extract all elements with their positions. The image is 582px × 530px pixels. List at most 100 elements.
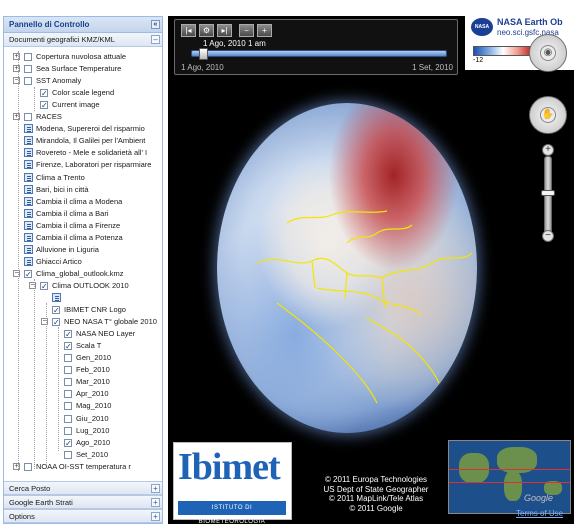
step-back-icon[interactable]: |◂ — [181, 24, 196, 37]
tree-row[interactable]: Firenze, Laboratori per risparmiare — [4, 159, 162, 171]
layer-checkbox[interactable]: ✓ — [40, 89, 48, 98]
tree-row[interactable] — [4, 292, 162, 304]
expand-icon[interactable]: + — [151, 498, 160, 507]
time-slider-thumb[interactable] — [198, 48, 208, 60]
overview-view-indicator — [449, 482, 570, 483]
tree-row[interactable]: + Copertura nuvolosa attuale — [4, 51, 162, 63]
tree-row[interactable]: + RACES — [4, 111, 162, 123]
credit-line: © 2011 Google — [349, 503, 403, 513]
layer-checkbox[interactable] — [24, 77, 32, 86]
expand-icon[interactable]: + — [151, 484, 160, 493]
tree-row[interactable]: Clima a Trento — [4, 172, 162, 184]
kml-documents-section-header[interactable]: Documenti geografici KMZ/KML – — [4, 33, 162, 47]
terms-of-use-link[interactable]: Terms of Use — [516, 509, 563, 518]
expand-icon[interactable]: + — [151, 512, 160, 521]
zoom-in-time-icon[interactable]: + — [257, 24, 272, 37]
layer-checkbox[interactable] — [64, 402, 72, 411]
tree-row[interactable]: Set_2010 — [4, 449, 162, 461]
tree-row[interactable]: ✓ Scala T — [4, 340, 162, 352]
tree-label: Rovereto - Mele e solidarietà all' I — [36, 148, 148, 158]
layer-checkbox[interactable] — [64, 450, 72, 459]
collapse-panel-icon[interactable]: « — [151, 20, 160, 29]
time-settings-icon[interactable]: ⚙ — [199, 24, 214, 37]
layer-checkbox[interactable]: ✓ — [64, 330, 72, 339]
google-logo: Google — [524, 493, 554, 503]
tree-label: Copertura nuvolosa attuale — [36, 52, 127, 61]
tree-row[interactable]: − ✓ NEO NASA T° globale 2010 — [4, 316, 162, 328]
hand-icon[interactable]: ✋ — [540, 107, 556, 123]
tree-row[interactable]: Mag_2010 — [4, 400, 162, 412]
layer-checkbox[interactable] — [64, 378, 72, 387]
look-around-control[interactable]: ◉ — [529, 34, 567, 72]
move-control[interactable]: ✋ — [529, 96, 567, 134]
layer-checkbox[interactable] — [24, 113, 32, 122]
layer-checkbox[interactable] — [64, 426, 72, 435]
tree-row[interactable]: Cambia il clima a Firenze — [4, 220, 162, 232]
tree-row[interactable]: ✓ IBIMET CNR Logo — [4, 304, 162, 316]
tree-row[interactable]: Mar_2010 — [4, 376, 162, 388]
layer-checkbox[interactable] — [64, 390, 72, 399]
tree-row[interactable]: Rovereto - Mele e solidarietà all' I — [4, 147, 162, 159]
tree-row[interactable]: Gen_2010 — [4, 352, 162, 364]
tree-row[interactable]: Cambia il clima a Modena — [4, 196, 162, 208]
ibimet-logo-name: Ibimet — [178, 446, 281, 488]
tree-row[interactable]: Feb_2010 — [4, 364, 162, 376]
layer-checkbox[interactable] — [24, 65, 32, 74]
tree-label: Clima a Trento — [36, 172, 85, 182]
zoom-in-icon[interactable]: + — [542, 144, 554, 156]
tree-row[interactable]: Modena, Supereroi del risparmio — [4, 123, 162, 135]
tree-label: Cambia il clima a Firenze — [36, 220, 121, 230]
eye-icon[interactable]: ◉ — [540, 45, 556, 61]
earth-viewer[interactable]: |◂ ⚙ ▸| − + 1 Ago, 2010 1 am 1 Ago, 2010… — [168, 16, 574, 524]
tree-label: Ghiacci Artico — [36, 256, 82, 266]
tree-label: NEO NASA T° globale 2010 — [64, 317, 157, 327]
zoom-slider-track[interactable] — [544, 156, 552, 236]
tree-row[interactable]: Ghiacci Artico — [4, 256, 162, 268]
tree-label: Cambia il clima a Potenza — [36, 232, 123, 242]
layer-checkbox[interactable] — [24, 53, 32, 61]
document-icon — [52, 293, 61, 302]
tree-row[interactable]: Mirandola, Il Galilei per l'Ambient — [4, 135, 162, 147]
layer-checkbox[interactable]: ✓ — [40, 101, 48, 110]
tree-row[interactable]: − ✓ Clima_global_outlook.kmz — [4, 268, 162, 280]
layer-checkbox[interactable]: ✓ — [40, 281, 48, 290]
section-options[interactable]: Options + — [4, 509, 162, 523]
tree-row[interactable]: ✓ Ago_2010 — [4, 437, 162, 449]
legend-min-label: -12 — [473, 57, 484, 64]
layer-checkbox[interactable]: ✓ — [24, 269, 32, 278]
tree-row[interactable]: Apr_2010 — [4, 388, 162, 400]
tree-row[interactable]: ✓ NASA NEO Layer — [4, 328, 162, 340]
tree-row[interactable]: − SST Anomaly — [4, 75, 162, 87]
tree-row[interactable]: Cambia il clima a Potenza — [4, 232, 162, 244]
layer-checkbox[interactable] — [64, 414, 72, 423]
document-icon — [24, 124, 33, 134]
zoom-slider-thumb[interactable] — [541, 190, 555, 196]
tree-row[interactable]: Lug_2010 — [4, 425, 162, 437]
tree-row[interactable]: + Sea Surface Temperature — [4, 63, 162, 75]
section-google-earth-layers[interactable]: Google Earth Strati + — [4, 495, 162, 509]
tree-row[interactable]: ✓ Current image — [4, 99, 162, 111]
tree-row[interactable]: Alluvione in Liguria — [4, 244, 162, 256]
layer-checkbox[interactable]: ✓ — [64, 342, 72, 351]
tree-row[interactable]: Giu_2010 — [4, 413, 162, 425]
layer-checkbox[interactable] — [64, 366, 72, 375]
time-current-date: 1 Ago, 2010 — [203, 39, 246, 48]
layer-checkbox[interactable]: ✓ — [52, 306, 60, 315]
layer-checkbox[interactable]: ✓ — [64, 438, 72, 447]
zoom-out-time-icon[interactable]: − — [239, 24, 254, 37]
collapse-section-icon[interactable]: – — [151, 35, 160, 44]
step-forward-icon[interactable]: ▸| — [217, 24, 232, 37]
tree-row[interactable]: Bari, bici in città — [4, 184, 162, 196]
tree-row[interactable]: ✓ Color scale legend — [4, 87, 162, 99]
tree-row[interactable]: + NOAA OI-SST temperatura r — [4, 461, 162, 473]
tree-row[interactable]: − ✓ Clima OUTLOOK 2010 — [4, 280, 162, 292]
zoom-out-icon[interactable]: − — [542, 230, 554, 242]
layer-checkbox[interactable] — [64, 354, 72, 363]
tree-row[interactable]: Cambia il clima a Bari — [4, 208, 162, 220]
section-cerca-posto[interactable]: Cerca Posto + — [4, 481, 162, 495]
document-icon — [24, 196, 33, 206]
color-scale-bar — [473, 46, 533, 56]
layer-checkbox[interactable] — [24, 462, 32, 471]
time-slider-track[interactable] — [191, 50, 447, 57]
layer-checkbox[interactable]: ✓ — [52, 318, 60, 327]
